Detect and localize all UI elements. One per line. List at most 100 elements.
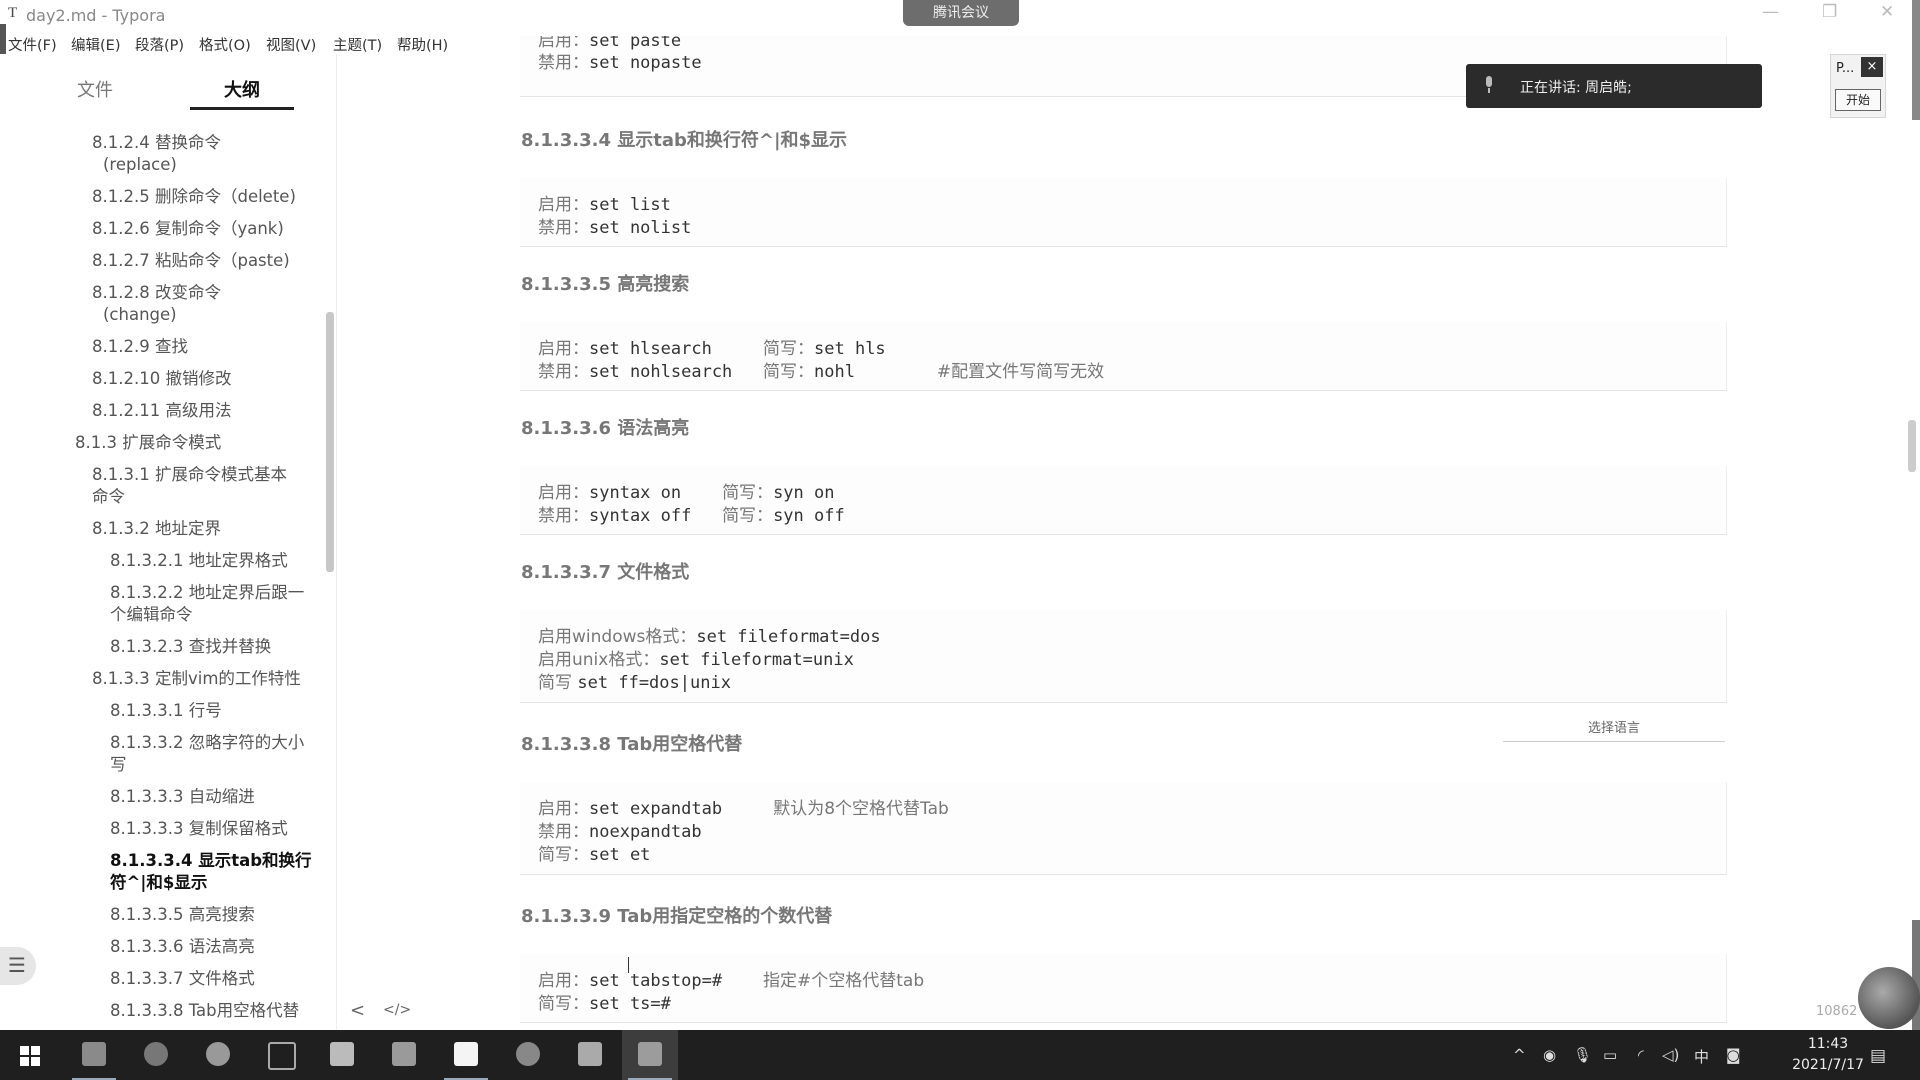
taskbar-app[interactable]: [562, 1030, 618, 1080]
code-block[interactable]: 启用：syntax on 简写：syn on 禁用：syntax off 简写：…: [520, 466, 1727, 535]
outline-item[interactable]: 8.1.2.8 改变命令: [92, 282, 221, 304]
language-select-label: 选择语言: [1587, 721, 1640, 736]
collapse-sidebar-icon[interactable]: <: [350, 1000, 365, 1021]
label-disable: 禁用：: [538, 506, 589, 526]
heading-8-1-3-3-4[interactable]: 8.1.3.3.4 显示tab和换行符^|和$显示: [521, 126, 847, 152]
mini-panel-close-button[interactable]: ×: [1861, 57, 1883, 77]
taskbar-app[interactable]: [66, 1030, 122, 1080]
outline-item[interactable]: 8.1.3.2 地址定界: [92, 518, 221, 540]
avatar[interactable]: [1858, 967, 1920, 1029]
outline-item[interactable]: 8.1.3 扩展命令模式: [75, 432, 221, 454]
heading-8-1-3-3-6[interactable]: 8.1.3.3.6 语法高亮: [521, 414, 689, 440]
word-count[interactable]: 10862: [1816, 1004, 1857, 1019]
language-select[interactable]: 选择语言: [1503, 717, 1725, 742]
outline-item[interactable]: 8.1.3.3.6 语法高亮: [110, 936, 255, 958]
outline-item-active[interactable]: 8.1.3.3.4 显示tab和换行: [110, 850, 312, 872]
taskbar-app[interactable]: [252, 1030, 308, 1080]
code-text: set expandtab: [589, 799, 774, 819]
code-text: syn on: [773, 483, 835, 503]
outline-item[interactable]: 8.1.3.1 扩展命令模式基本: [92, 464, 287, 486]
close-icon[interactable]: ✕: [1880, 2, 1894, 22]
code-block[interactable]: 启用：set tabstop=# 指定#个空格代替tab 简写：set ts=#: [520, 954, 1727, 1023]
code-comment: #配置文件写简写无效: [936, 362, 1105, 382]
tray-mic-icon[interactable]: 🎙: [1573, 1046, 1592, 1064]
notification-icon[interactable]: ▤: [1870, 1046, 1886, 1066]
outline-item[interactable]: 8.1.3.3.3 自动缩进: [110, 786, 255, 808]
minimize-icon[interactable]: —: [1762, 2, 1779, 22]
heading-8-1-3-3-7[interactable]: 8.1.3.3.7 文件格式: [521, 558, 689, 584]
menu-paragraph[interactable]: 段落(P): [135, 34, 184, 55]
menu-file[interactable]: 文件(F): [8, 34, 57, 55]
maximize-icon[interactable]: ❐: [1822, 2, 1837, 22]
code-block[interactable]: 启用：set list 禁用：set nolist: [520, 178, 1727, 247]
outline-item-active-cont[interactable]: 符^|和$显示: [110, 872, 207, 894]
outline-item[interactable]: 8.1.2.6 复制命令（yank): [92, 218, 284, 240]
outline-item[interactable]: 8.1.2.7 粘贴命令（paste): [92, 250, 290, 272]
outline-item[interactable]: 8.1.3.2.2 地址定界后跟一: [110, 582, 304, 604]
taskbar-app[interactable]: [438, 1030, 494, 1080]
taskbar-app[interactable]: [190, 1030, 246, 1080]
taskbar-app-active[interactable]: [622, 1030, 678, 1080]
menu-theme[interactable]: 主题(T): [333, 34, 382, 55]
outline-item[interactable]: 8.1.2.4 替换命令: [92, 132, 221, 154]
outline-item-cont[interactable]: (replace): [103, 154, 177, 176]
menu-edit[interactable]: 编辑(E): [71, 34, 120, 55]
menu-help[interactable]: 帮助(H): [397, 34, 448, 55]
tray-overflow-icon[interactable]: ^: [1513, 1046, 1526, 1064]
outline-item[interactable]: 8.1.3.3.1 行号: [110, 700, 222, 722]
notes-icon: [578, 1042, 602, 1066]
sidebar-divider: [336, 54, 337, 1030]
heading-8-1-3-3-5[interactable]: 8.1.3.3.5 高亮搜索: [521, 270, 689, 296]
code-text: nohl: [814, 362, 917, 382]
start-button[interactable]: 开始: [1835, 89, 1881, 111]
outline-item[interactable]: 8.1.2.5 删除命令（delete): [92, 186, 296, 208]
outline-item-cont[interactable]: 命令: [92, 486, 125, 508]
code-block[interactable]: 启用：set hlsearch 简写：set hls 禁用：set nohlse…: [520, 322, 1727, 391]
floating-mini-panel[interactable]: P... × 开始: [1830, 54, 1886, 118]
tray-record-icon[interactable]: ◉: [1543, 1046, 1556, 1064]
outline-item[interactable]: 8.1.3.3.2 忽略字符的大小: [110, 732, 304, 754]
outline-item[interactable]: 8.1.3.2.3 查找并替换: [110, 636, 271, 658]
source-code-mode-icon[interactable]: </>: [383, 1002, 411, 1018]
taskbar-app[interactable]: [500, 1030, 556, 1080]
code-text: set tabstop=#: [589, 971, 763, 991]
tray-battery-icon[interactable]: ▭: [1603, 1046, 1617, 1064]
content-scrollbar[interactable]: [1908, 420, 1916, 472]
outline-item[interactable]: 8.1.3.2.1 地址定界格式: [110, 550, 288, 572]
outline-item[interactable]: 8.1.2.9 查找: [92, 336, 188, 358]
editor-content[interactable]: 启用：set paste 禁用：set nopaste 8.1.3.3.4 显示…: [520, 36, 1730, 1030]
outline-item[interactable]: 8.1.3.3.5 高亮搜索: [110, 904, 255, 926]
tray-ime-indicator[interactable]: 中: [1694, 1046, 1709, 1067]
taskbar-app[interactable]: [314, 1030, 370, 1080]
heading-8-1-3-3-9[interactable]: 8.1.3.3.9 Tab用指定空格的个数代替: [521, 902, 832, 928]
tray-volume-icon[interactable]: ◁): [1662, 1046, 1679, 1064]
code-comment: 指定#个空格代替tab: [763, 971, 925, 991]
tray-app-icon[interactable]: ◙: [1726, 1046, 1741, 1064]
outline-item-cont[interactable]: (change): [103, 304, 177, 326]
code-text: set ts=#: [589, 994, 671, 1014]
speaking-indicator: 正在讲话: 周启皓;: [1466, 64, 1762, 108]
menu-format[interactable]: 格式(O): [199, 34, 251, 55]
meeting-tab[interactable]: 腾讯会议: [903, 0, 1019, 26]
outline-item[interactable]: 8.1.3.3.8 Tab用空格代替: [110, 1000, 299, 1022]
outline-item[interactable]: 8.1.2.11 高级用法: [92, 400, 231, 422]
heading-8-1-3-3-8[interactable]: 8.1.3.3.8 Tab用空格代替: [521, 730, 742, 756]
code-block[interactable]: 启用：set expandtab 默认为8个空格代替Tab 禁用：noexpan…: [520, 782, 1727, 875]
outline-item[interactable]: 8.1.3.3 定制vim的工作特性: [92, 668, 301, 690]
taskbar-app[interactable]: [376, 1030, 432, 1080]
outline-item[interactable]: 8.1.3.3.7 文件格式: [110, 968, 255, 990]
tray-network-icon[interactable]: ◜: [1638, 1046, 1644, 1064]
taskbar-app[interactable]: [128, 1030, 184, 1080]
code-block[interactable]: 启用windows格式：set fileformat=dos 启用unix格式：…: [520, 610, 1727, 703]
clock-time[interactable]: 11:43: [1788, 1036, 1868, 1052]
outline-item[interactable]: 8.1.2.10 撤销修改: [92, 368, 231, 390]
code-text: syn off: [773, 506, 845, 526]
sidebar-scrollbar[interactable]: [326, 312, 334, 572]
outline-item[interactable]: 8.1.3.3.3 复制保留格式: [110, 818, 288, 840]
outline-item-cont[interactable]: 写: [110, 754, 127, 776]
outline-item-cont[interactable]: 个编辑命令: [110, 604, 193, 626]
windows-start-icon[interactable]: [20, 1046, 40, 1066]
typora-icon: [454, 1042, 478, 1066]
menu-view[interactable]: 视图(V): [266, 34, 316, 55]
code-comment: 默认为8个空格代替Tab: [773, 799, 949, 819]
